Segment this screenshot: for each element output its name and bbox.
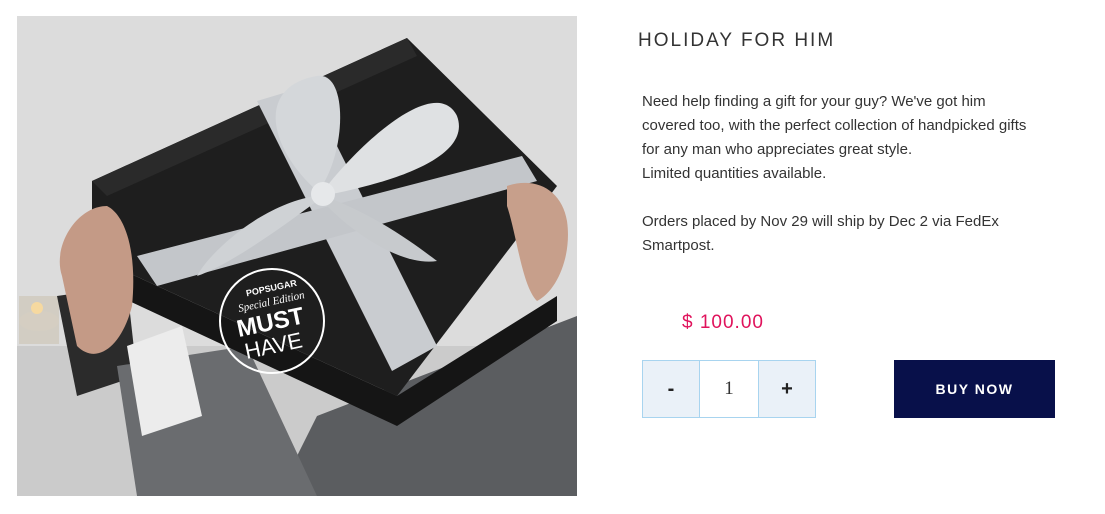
product-description: Need help finding a gift for your guy? W…: [642, 90, 1062, 258]
shipping-line: Smartpost.: [642, 237, 715, 254]
description-line: Limited quantities available.: [642, 165, 827, 182]
increase-quantity-button[interactable]: +: [758, 361, 815, 417]
decrease-quantity-button[interactable]: -: [643, 361, 700, 417]
quantity-stepper: - +: [642, 360, 816, 418]
product-price: $ 100.00: [682, 312, 764, 333]
description-line: covered too, with the perfect collection…: [642, 117, 1027, 134]
product-title: HOLIDAY FOR HIM: [638, 30, 836, 51]
description-line: for any man who appreciates great style.: [642, 141, 913, 158]
product-image: POPSUGAR Special Edition MUST HAVE: [17, 16, 577, 496]
shipping-line: Orders placed by Nov 29 will ship by Dec…: [642, 213, 999, 230]
quantity-input[interactable]: [700, 361, 758, 417]
description-line: Need help finding a gift for your guy? W…: [642, 93, 986, 110]
buy-now-button[interactable]: BUY NOW: [894, 360, 1055, 418]
